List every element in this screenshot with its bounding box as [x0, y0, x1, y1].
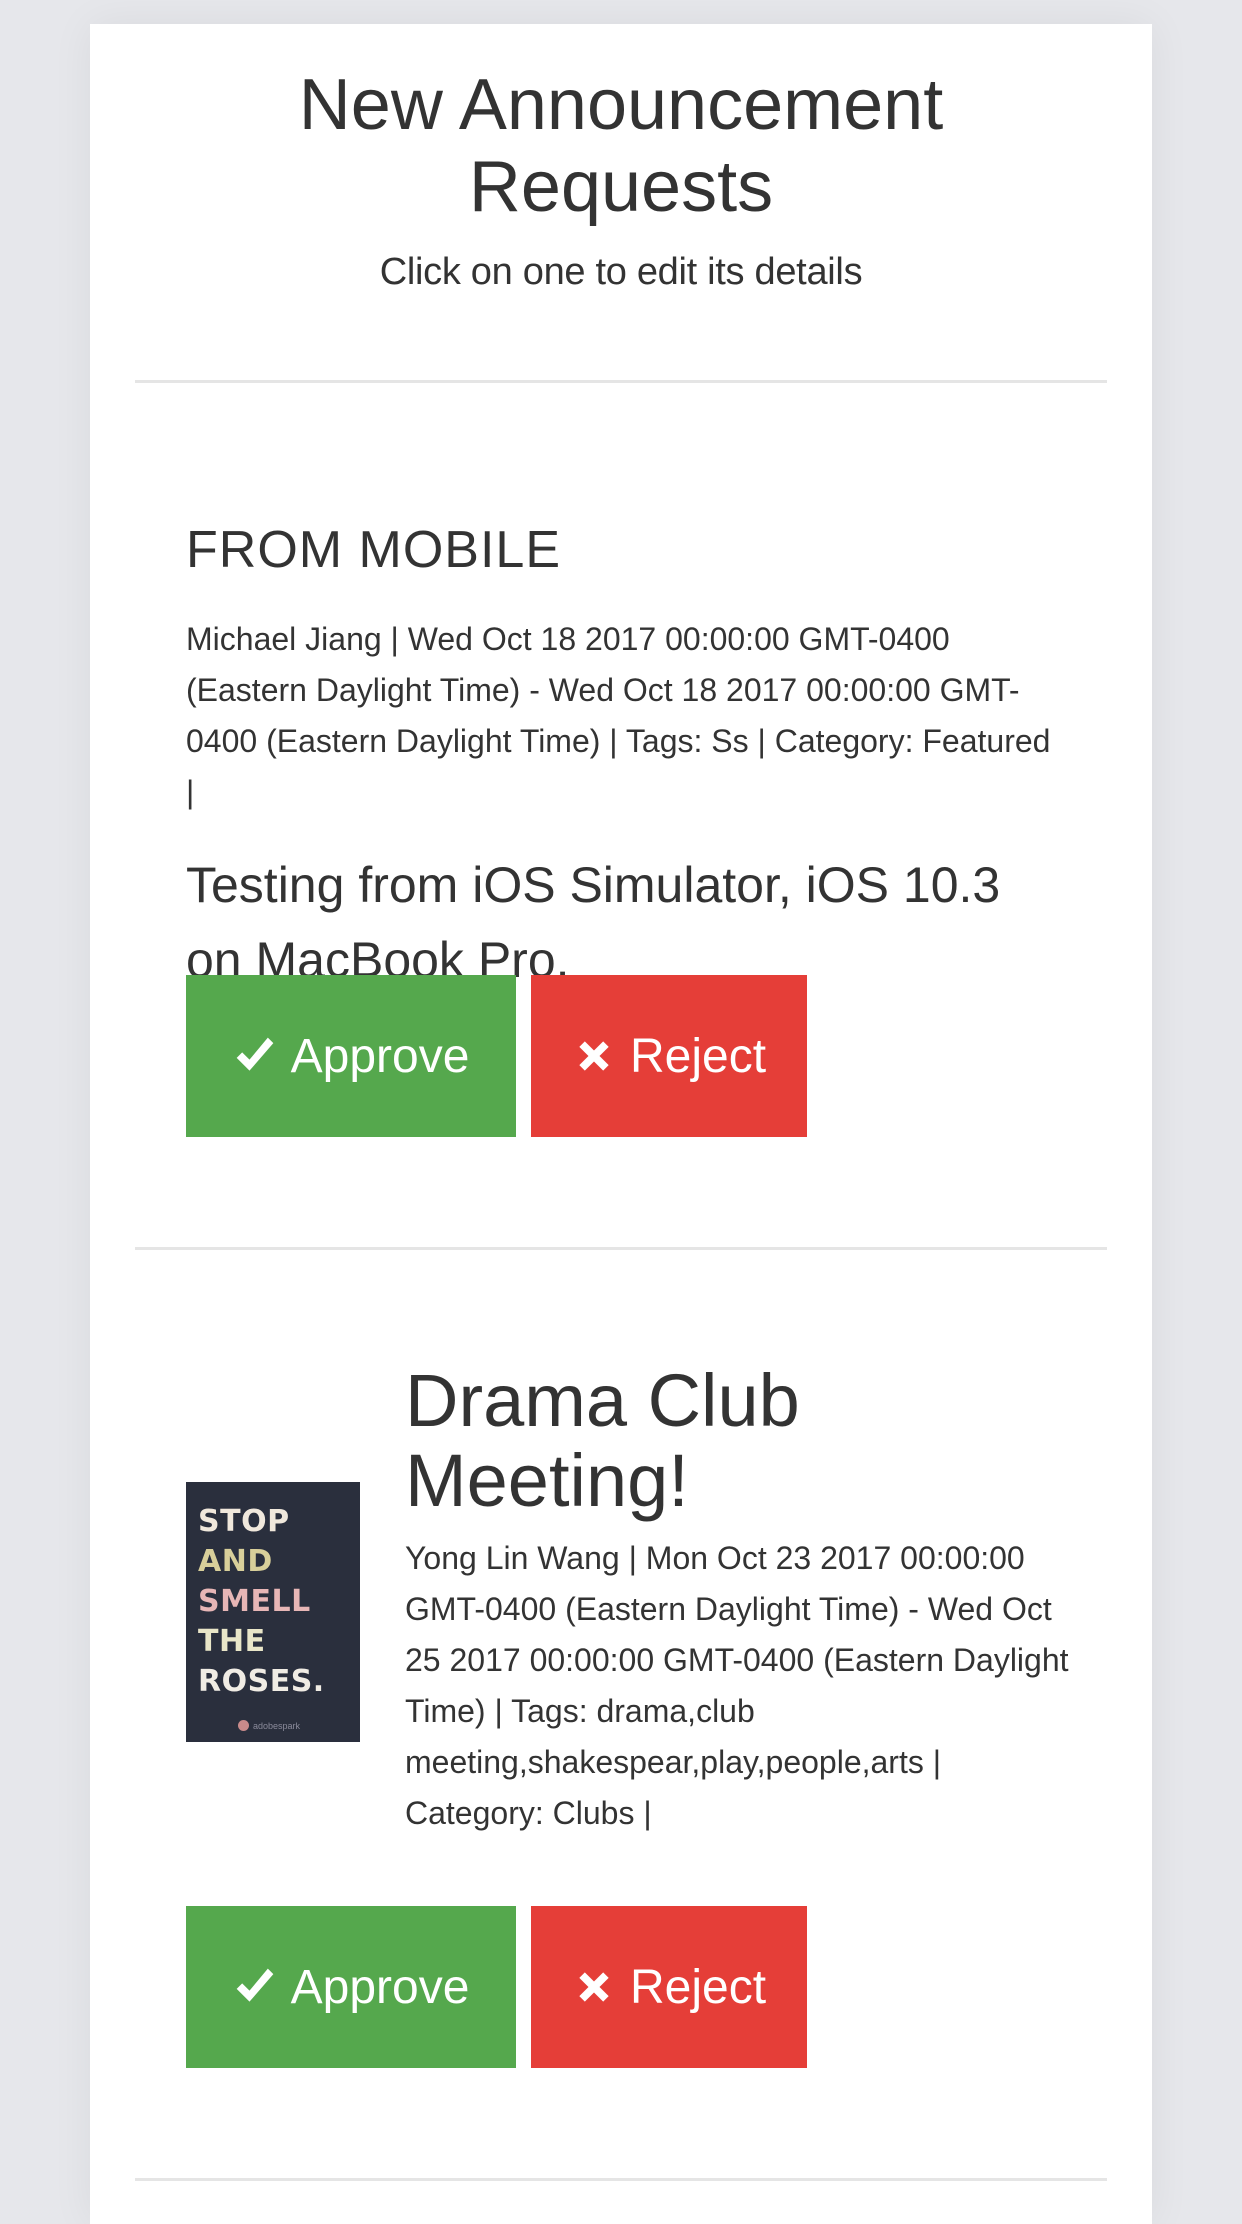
- announcement-image: STOP AND SMELL THE ROSES. adobespark: [186, 1482, 360, 1742]
- request-meta: Yong Lin Wang | Mon Oct 23 2017 00:00:00…: [405, 1540, 1069, 1831]
- request-item-drama-club[interactable]: Drama Club Meeting! Yong Lin Wang | Mon …: [405, 1361, 1075, 1839]
- reject-label: Reject: [629, 1029, 767, 1083]
- request-title: FROM MOBILE: [186, 521, 562, 579]
- approve-label: Approve: [290, 1029, 470, 1083]
- reject-label: Reject: [629, 1960, 767, 2014]
- divider: [135, 380, 1107, 383]
- check-icon: [236, 1037, 273, 1071]
- logo-dot: [238, 1720, 249, 1731]
- close-icon: [579, 1041, 609, 1071]
- request-item-from-mobile[interactable]: FROM MOBILE Michael Jiang | Wed Oct 18 2…: [186, 520, 1066, 998]
- announcement-image-logo: adobespark: [238, 1720, 300, 1731]
- request-title: Drama Club Meeting!: [405, 1359, 800, 1522]
- requests-card: New Announcement Requests Click on one t…: [90, 24, 1152, 2224]
- approve-label: Approve: [290, 1960, 470, 2014]
- page-subtitle: Click on one to edit its details: [379, 251, 863, 293]
- divider: [135, 2178, 1107, 2181]
- approve-button[interactable]: Approve: [186, 975, 516, 1137]
- approve-button[interactable]: Approve: [186, 1906, 516, 2068]
- close-icon: [579, 1972, 609, 2002]
- reject-button[interactable]: Reject: [531, 1906, 807, 2068]
- page-title: New Announcement Requests: [298, 65, 944, 227]
- reject-button[interactable]: Reject: [531, 975, 807, 1137]
- check-icon: [236, 1968, 273, 2002]
- announcement-image-text: STOP AND SMELL THE ROSES.: [198, 1504, 325, 1699]
- divider: [135, 1247, 1107, 1250]
- page-header: New Announcement Requests Click on one t…: [90, 64, 1152, 296]
- request-meta: Michael Jiang | Wed Oct 18 2017 00:00:00…: [186, 621, 1051, 810]
